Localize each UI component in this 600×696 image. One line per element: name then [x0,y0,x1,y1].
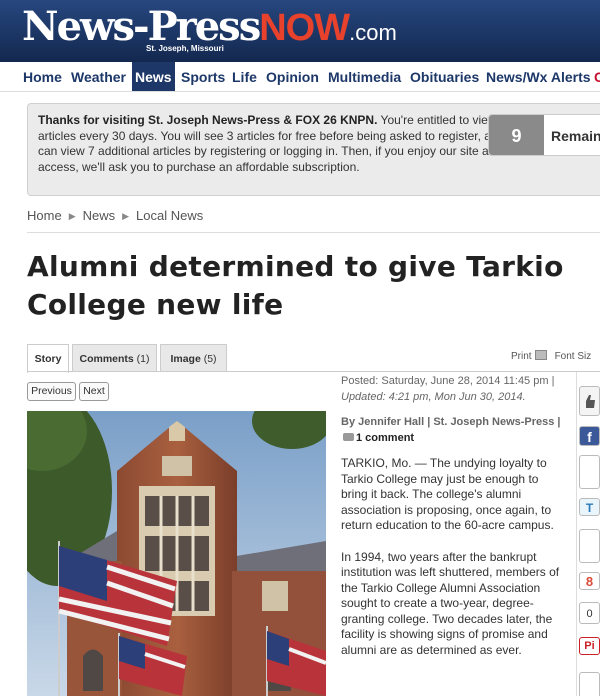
tab-comments-label: Comments [79,353,134,365]
remaining-count: 9 [489,115,544,155]
nav-opinion[interactable]: Opinion [263,62,322,91]
article-headline: Alumni determined to give Tarkio College… [27,250,564,321]
printer-icon[interactable] [534,350,547,360]
logo-now: NOW [259,7,350,49]
pinterest-button[interactable]: Pi [579,637,600,655]
tab-image-label: Image [170,353,201,365]
chevron-right-icon: ▶ [68,211,76,221]
updated-date: Updated: 4:21 pm, Mon Jun 30, 2014. [341,391,526,403]
main-nav: Home Weather News Sports Life Opinion Mu… [0,62,600,92]
nav-sports[interactable]: Sports [178,62,228,91]
article-body: TARKIO, Mo. — The undying loyalty to Tar… [341,456,563,674]
nav-multimedia[interactable]: Multimedia [325,62,404,91]
masthead: News-PressNOW.com St. Joseph, Missouri [0,0,600,62]
posted-date: Posted: Saturday, June 28, 2014 11:45 pm… [341,375,555,387]
logo-tagline: St. Joseph, Missouri [146,44,224,53]
next-button[interactable]: Next [79,382,109,401]
breadcrumb: Home ▶ News ▶ Local News [27,208,203,223]
metered-access-notice: Thanks for visiting St. Joseph News-Pres… [27,103,600,196]
nav-life[interactable]: Life [229,62,260,91]
rail-divider [576,372,577,696]
facebook-share-button[interactable]: f [579,426,600,446]
nav-obituaries[interactable]: Obituaries [407,62,482,91]
breadcrumb-local-news[interactable]: Local News [136,208,203,223]
previous-button[interactable]: Previous [27,382,76,401]
breadcrumb-home[interactable]: Home [27,208,62,223]
twitter-count-box [579,529,600,563]
tabs-divider [27,371,600,372]
tarkio-college-building-image [27,411,326,696]
google-plus-button[interactable]: 8 [579,572,600,590]
tab-image[interactable]: Image (5) [160,344,227,372]
comment-icon [343,432,354,441]
facebook-count-box [579,455,600,489]
comment-count-link[interactable]: 1 comment [356,432,414,444]
notice-bold-text: Thanks for visiting St. Joseph News-Pres… [38,113,378,127]
share-more-box [579,672,600,696]
article-paragraph: In 1994, two years after the bankrupt in… [341,549,560,657]
share-rail: f T 8 0 Pi [576,372,600,696]
tab-image-count: (5) [203,353,217,365]
tab-story[interactable]: Story [27,344,69,373]
notice-text: Thanks for visiting St. Joseph News-Pres… [38,113,566,175]
thumbs-up-icon[interactable] [579,386,600,416]
twitter-share-button[interactable]: T [579,498,600,516]
divider [27,232,600,233]
chevron-right-icon: ▶ [122,211,130,221]
share-count: 0 [579,602,600,624]
byline: By Jennifer Hall | St. Joseph News-Press… [341,415,566,446]
article-timestamps: Posted: Saturday, June 28, 2014 11:45 pm… [341,373,561,405]
nav-overflow-item[interactable]: C [591,62,600,91]
tab-comments-count: (1) [136,353,150,365]
print-link[interactable]: Print [511,351,532,362]
nav-news-wx-alerts[interactable]: News/Wx Alerts [483,62,594,91]
breadcrumb-news[interactable]: News [83,208,116,223]
logo-news-press: News-Press [22,3,261,50]
nav-news[interactable]: News [132,62,175,91]
font-size-control[interactable]: Font Siz [555,351,592,362]
article-photo[interactable] [27,411,326,696]
logo-com: .com [349,20,397,45]
author-line[interactable]: By Jennifer Hall | St. Joseph News-Press… [341,416,561,428]
articles-remaining-counter: 9 Remain [488,114,600,156]
nav-home[interactable]: Home [20,62,65,91]
nav-weather[interactable]: Weather [68,62,129,91]
article-tools: Print Font Siz [511,350,591,362]
article-paragraph: TARKIO, Mo. — The undying loyalty to Tar… [341,456,554,532]
remaining-label: Remain [551,128,600,144]
tab-comments[interactable]: Comments (1) [72,344,157,372]
